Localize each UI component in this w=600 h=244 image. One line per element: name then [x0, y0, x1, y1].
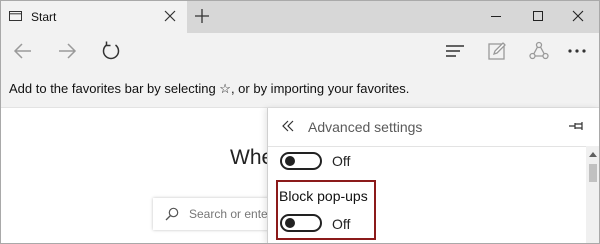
- maximize-icon[interactable]: [527, 7, 549, 25]
- panel-divider: [268, 146, 586, 147]
- close-tab-icon[interactable]: [161, 7, 179, 25]
- hub-icon[interactable]: [443, 39, 467, 63]
- search-placeholder: Search or ente: [189, 207, 268, 221]
- share-icon[interactable]: [527, 39, 551, 63]
- pin-icon[interactable]: [568, 118, 586, 134]
- panel-scrollbar[interactable]: [586, 146, 599, 243]
- navigation-bar: [1, 33, 599, 69]
- minimize-icon[interactable]: [485, 7, 507, 25]
- panel-title: Advanced settings: [308, 119, 423, 135]
- browser-window: Start Add to the favorites bar by select…: [0, 0, 600, 244]
- refresh-icon[interactable]: [99, 39, 123, 63]
- block-popups-state: Off: [332, 216, 351, 232]
- tab-title: Start: [31, 10, 57, 24]
- search-icon: [165, 207, 179, 221]
- page-icon: [9, 11, 22, 21]
- setting-toggle[interactable]: [280, 152, 322, 170]
- search-input[interactable]: Search or ente: [153, 198, 283, 230]
- setting-toggle-state: Off: [332, 153, 351, 169]
- scroll-up-arrow-icon[interactable]: [589, 152, 597, 157]
- block-popups-toggle[interactable]: [280, 214, 322, 232]
- block-popups-label: Block pop-ups: [279, 188, 368, 204]
- tab-start[interactable]: Start: [1, 1, 187, 33]
- favorites-bar: Add to the favorites bar by selecting ☆,…: [1, 69, 599, 108]
- back-arrow-icon[interactable]: [11, 39, 35, 63]
- forward-arrow-icon[interactable]: [55, 39, 79, 63]
- close-window-icon[interactable]: [567, 7, 589, 25]
- toggle-knob: [285, 156, 295, 166]
- web-note-icon[interactable]: [485, 39, 509, 63]
- toggle-knob: [285, 218, 295, 228]
- advanced-settings-panel: Advanced settings Off Block pop-ups Off: [267, 108, 599, 243]
- double-chevron-left-icon[interactable]: [280, 118, 296, 134]
- more-icon[interactable]: [565, 39, 589, 63]
- favorites-bar-message: Add to the favorites bar by selecting ☆,…: [9, 81, 410, 96]
- scroll-thumb[interactable]: [589, 164, 597, 182]
- new-tab-icon[interactable]: [193, 7, 211, 25]
- title-bar: Start: [1, 1, 599, 33]
